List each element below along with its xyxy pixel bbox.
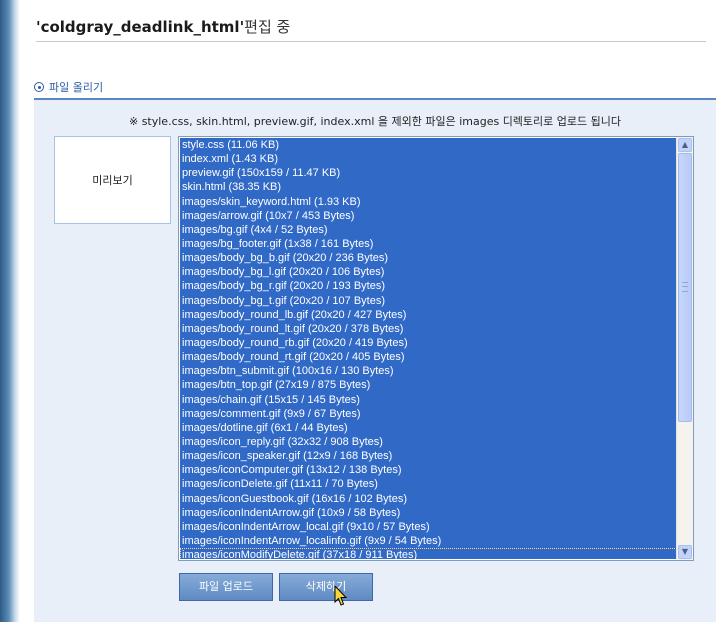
file-list-item[interactable]: images/body_round_rb.gif (20x20 / 419 By… bbox=[180, 336, 677, 350]
file-list-item[interactable]: images/body_bg_t.gif (20x20 / 107 Bytes) bbox=[180, 294, 677, 308]
file-list-item[interactable]: images/iconIndentArrow_local.gif (9x10 /… bbox=[180, 520, 677, 534]
file-list-items: style.css (11.06 KB) index.xml (1.43 KB) p… bbox=[180, 138, 677, 559]
upload-panel: ※ style.css, skin.html, preview.gif, ind… bbox=[34, 100, 716, 622]
file-list-item[interactable]: preview.gif (150x159 / 11.47 KB) bbox=[180, 166, 677, 180]
file-upload-button[interactable]: 파일 업로드 bbox=[179, 573, 273, 601]
file-list-item[interactable]: images/iconIndentArrow.gif (10x9 / 58 By… bbox=[180, 506, 677, 520]
file-list-item[interactable]: images/dotline.gif (6x1 / 44 Bytes) bbox=[180, 421, 677, 435]
hand-pointer-icon bbox=[334, 585, 348, 606]
file-list-item[interactable]: images/icon_speaker.gif (12x9 / 168 Byte… bbox=[180, 449, 677, 463]
editing-status: 편집 중 bbox=[244, 18, 291, 36]
arrow-down-icon[interactable]: ▼ bbox=[678, 545, 692, 559]
title-divider bbox=[36, 41, 706, 42]
file-list-item[interactable]: images/iconModifyDelete.gif (37x18 / 911… bbox=[180, 548, 677, 559]
file-list-item[interactable]: images/bg.gif (4x4 / 52 Bytes) bbox=[180, 223, 677, 237]
file-list-item[interactable]: images/body_bg_r.gif (20x20 / 193 Bytes) bbox=[180, 279, 677, 293]
upload-notice: ※ style.css, skin.html, preview.gif, ind… bbox=[128, 115, 622, 128]
skin-editor-page: 'coldgray_deadlink_html'편집 중 파일 올리기 ※ st… bbox=[0, 0, 720, 622]
file-list-item[interactable]: images/body_round_lb.gif (20x20 / 427 By… bbox=[180, 308, 677, 322]
file-list-item[interactable]: images/comment.gif (9x9 / 67 Bytes) bbox=[180, 407, 677, 421]
preview-label: 미리보기 bbox=[92, 174, 133, 187]
file-list-item[interactable]: images/btn_submit.gif (100x16 / 130 Byte… bbox=[180, 364, 677, 378]
file-list-item[interactable]: images/body_round_lt.gif (20x20 / 378 By… bbox=[180, 322, 677, 336]
file-listbox[interactable]: style.css (11.06 KB) index.xml (1.43 KB) p… bbox=[178, 136, 694, 561]
circle-bullet-icon bbox=[34, 82, 44, 92]
page-title: 'coldgray_deadlink_html'편집 중 bbox=[36, 16, 290, 37]
file-list-item[interactable]: images/iconIndentArrow_localinfo.gif (9x… bbox=[180, 534, 677, 548]
file-list-item[interactable]: images/skin_keyword.html (1.93 KB) bbox=[180, 195, 677, 209]
file-list-item[interactable]: images/arrow.gif (10x7 / 453 Bytes) bbox=[180, 209, 677, 223]
file-list-item[interactable]: images/icon_reply.gif (32x32 / 908 Bytes… bbox=[180, 435, 677, 449]
file-list-item[interactable]: images/bg_footer.gif (1x38 / 161 Bytes) bbox=[180, 237, 677, 251]
file-list-item[interactable]: images/btn_top.gif (27x19 / 875 Bytes) bbox=[180, 378, 677, 392]
listbox-scrollbar[interactable]: ▲ ▼ bbox=[676, 137, 693, 560]
file-list-item[interactable]: skin.html (38.35 KB) bbox=[180, 180, 677, 194]
file-list-item[interactable]: images/chain.gif (15x15 / 145 Bytes) bbox=[180, 393, 677, 407]
arrow-up-icon[interactable]: ▲ bbox=[678, 138, 692, 152]
file-list-item[interactable]: images/body_round_rt.gif (20x20 / 405 By… bbox=[180, 350, 677, 364]
scrollbar-grip bbox=[682, 282, 688, 292]
upload-section-label: 파일 올리기 bbox=[49, 81, 104, 94]
file-list-item[interactable]: images/body_bg_b.gif (20x20 / 236 Bytes) bbox=[180, 251, 677, 265]
preview-box: 미리보기 bbox=[54, 136, 171, 224]
upload-section-header: 파일 올리기 bbox=[34, 79, 103, 95]
delete-button[interactable]: 삭제하기 bbox=[279, 573, 373, 601]
file-list-item[interactable]: images/body_bg_l.gif (20x20 / 106 Bytes) bbox=[180, 265, 677, 279]
skin-name: 'coldgray_deadlink_html' bbox=[36, 18, 245, 36]
file-list-item[interactable]: images/iconDelete.gif (11x11 / 70 Bytes) bbox=[180, 477, 677, 491]
file-list-item[interactable]: images/iconComputer.gif (13x12 / 138 Byt… bbox=[180, 463, 677, 477]
file-list-item[interactable]: index.xml (1.43 KB) bbox=[180, 152, 677, 166]
window-left-edge bbox=[0, 0, 20, 622]
scrollbar-thumb[interactable] bbox=[678, 153, 692, 422]
file-list-item[interactable]: style.css (11.06 KB) bbox=[180, 138, 677, 152]
file-list-item[interactable]: images/iconGuestbook.gif (16x16 / 102 By… bbox=[180, 492, 677, 506]
